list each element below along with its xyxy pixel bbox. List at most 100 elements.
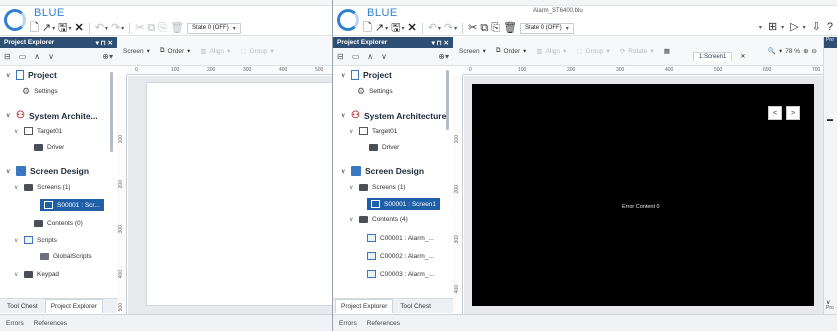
screen-canvas[interactable] xyxy=(146,82,332,306)
tab-errors[interactable]: Errors xyxy=(339,320,357,327)
layout-icon[interactable]: ⊞ xyxy=(768,21,777,33)
tree-item-contents[interactable]: ∨ Contents (4) xyxy=(349,216,408,223)
chevron-down-icon[interactable]: ∨ xyxy=(14,271,20,278)
chevron-down-icon[interactable]: ∨ xyxy=(349,184,355,191)
chevron-down-icon[interactable]: ▾ xyxy=(401,25,404,32)
pin-icon[interactable]: ⊕▾ xyxy=(438,52,449,61)
chevron-down-icon[interactable]: ▾ xyxy=(385,25,388,32)
state-select[interactable]: State 0 (OFF) ▾ xyxy=(187,22,241,34)
redo-icon[interactable]: ↷ xyxy=(111,22,120,34)
chevron-down-icon[interactable]: ▾ xyxy=(781,24,784,31)
tree-item-keypad[interactable]: ∨ Keypad xyxy=(14,271,59,278)
cut-icon[interactable]: ✂ xyxy=(468,22,477,34)
tab-tool-chest[interactable]: Tool Chest xyxy=(395,300,436,313)
tree-scrollbar[interactable] xyxy=(446,70,449,130)
prev-button[interactable]: < xyxy=(768,106,782,120)
folder-icon[interactable]: ▭ xyxy=(352,52,360,61)
zoom-out-icon[interactable]: ⊖ xyxy=(812,47,817,55)
undo-icon[interactable]: ↶ xyxy=(95,22,104,34)
tree-item-settings[interactable]: ⚙ Settings xyxy=(22,86,58,97)
tree-item-system-architecture[interactable]: ∨ ⚇ System Archite... xyxy=(6,110,98,121)
chevron-down-icon[interactable]: ∨ xyxy=(14,128,20,135)
screen-dropdown[interactable]: Screen ▾ xyxy=(123,47,150,56)
new-file-icon[interactable]: 🗋 xyxy=(363,22,372,34)
close-x-icon[interactable]: ✕ xyxy=(74,22,83,34)
side-panel-collapsed[interactable]: Pro ▬ ∨ Pro xyxy=(823,37,837,317)
chevron-down-icon[interactable]: ∨ xyxy=(6,112,12,119)
grid-toggle[interactable]: ▦ xyxy=(664,47,670,55)
canvas-area[interactable]: Error Content 0 < > xyxy=(464,76,823,314)
tree-item-screen-s00001[interactable]: S00001 : Scr... xyxy=(40,199,104,211)
arrow-up-icon[interactable]: ∧ xyxy=(34,52,40,61)
arrow-down-icon[interactable]: ∨ xyxy=(381,52,387,61)
copy-icon[interactable]: ⧉ xyxy=(147,22,155,34)
pin-icon[interactable]: ⊕▾ xyxy=(102,52,113,61)
tab-references[interactable]: References xyxy=(34,320,67,327)
delete-icon[interactable]: 🗑 xyxy=(170,22,184,34)
tree-item-content-c00001[interactable]: C00001 : Alarm_... xyxy=(367,234,434,242)
tree-item-global-scripts[interactable]: GlobalScripts xyxy=(40,253,92,260)
copy-icon[interactable]: ⧉ xyxy=(480,22,488,34)
group-dropdown[interactable]: ⬚ Group ▾ xyxy=(240,47,274,56)
collapse-icon[interactable]: ⊟ xyxy=(4,52,11,61)
chevron-down-icon[interactable]: ▾ xyxy=(759,24,762,31)
tab-project-explorer[interactable]: Project Explorer xyxy=(335,299,394,313)
align-dropdown[interactable]: ▥ Align ▾ xyxy=(536,47,566,56)
tree-item-project[interactable]: ∨ Project xyxy=(341,70,392,80)
chevron-down-icon[interactable]: ∨ xyxy=(341,112,347,119)
paste-icon[interactable]: ⎘ xyxy=(491,22,500,34)
tree-item-content-c00003[interactable]: C00003 : Alarm_... xyxy=(367,270,434,278)
save-icon[interactable]: 🖫 xyxy=(58,22,67,34)
tree-item-settings[interactable]: ⚙ Settings xyxy=(357,86,393,97)
cut-icon[interactable]: ✂ xyxy=(135,22,144,34)
panel-pin-close-icon[interactable]: ▾ ⊓ ✕ xyxy=(96,39,113,47)
chevron-down-icon[interactable]: ∨ xyxy=(6,72,12,79)
tree-item-screen-s00001[interactable]: S00001 : Screen1 xyxy=(367,198,441,210)
tab-project-explorer[interactable]: Project Explorer xyxy=(44,299,103,313)
screen-canvas[interactable]: Error Content 0 < > xyxy=(472,84,814,306)
error-content-text[interactable]: Error Content 0 xyxy=(622,204,660,210)
order-dropdown[interactable]: ⧉ Order ▾ xyxy=(496,47,527,55)
next-button[interactable]: > xyxy=(786,106,800,120)
zoom-control[interactable]: 🔍 ▾ 78 % ⊕ ⊖ xyxy=(768,47,817,56)
tree-item-screens[interactable]: ∨ Screens (1) xyxy=(14,184,71,191)
help-icon[interactable]: ? xyxy=(827,21,833,33)
save-icon[interactable]: 🖫 xyxy=(391,22,400,34)
close-x-icon[interactable]: ✕ xyxy=(407,22,416,34)
screen-dropdown[interactable]: Screen ▾ xyxy=(459,47,486,56)
tree-item-target[interactable]: ∨ Target01 xyxy=(14,127,62,135)
panel-pin-close-icon[interactable]: ▾ ⊓ ✕ xyxy=(432,39,449,47)
tab-screen1[interactable]: 1:Screen1 xyxy=(693,51,733,61)
tree-item-screen-design[interactable]: ∨ Screen Design xyxy=(6,166,89,176)
tree-item-screens[interactable]: ∨ Screens (1) xyxy=(349,184,406,191)
chevron-down-icon[interactable]: ∨ xyxy=(349,128,355,135)
chevron-down-icon[interactable]: ∨ xyxy=(14,237,20,244)
arrow-up-icon[interactable]: ∧ xyxy=(367,52,373,61)
tree-item-target[interactable]: ∨ Target01 xyxy=(349,127,397,135)
tree-item-driver[interactable]: Driver xyxy=(34,144,64,151)
play-icon[interactable]: ▷ xyxy=(790,21,798,33)
zoom-in-icon[interactable]: ⊕ xyxy=(803,47,808,55)
chevron-down-icon[interactable]: ▾ xyxy=(438,25,441,32)
redo-icon[interactable]: ↷ xyxy=(444,22,453,34)
new-file-icon[interactable]: 🗋 xyxy=(30,22,39,34)
tree-item-system-architecture[interactable]: ∨ ⚇ System Architecture xyxy=(341,110,446,121)
tree-item-content-c00002[interactable]: C00002 : Alarm_... xyxy=(367,252,434,260)
chevron-down-icon[interactable]: ∨ xyxy=(341,72,347,79)
collapse-icon[interactable]: ⊟ xyxy=(337,52,344,61)
chevron-down-icon[interactable]: ▾ xyxy=(105,25,108,32)
close-icon[interactable]: ✕ xyxy=(740,53,745,60)
state-select[interactable]: State 0 (OFF) ▾ xyxy=(520,22,574,34)
transfer-icon[interactable]: ⇩ xyxy=(812,21,821,33)
rotate-dropdown[interactable]: ⟳ Rotate ▾ xyxy=(620,47,654,56)
chevron-down-icon[interactable]: ▾ xyxy=(121,25,124,32)
folder-icon[interactable]: ▭ xyxy=(19,52,27,61)
group-dropdown[interactable]: ⬚ Group ▾ xyxy=(576,47,610,56)
chevron-down-icon[interactable]: ▾ xyxy=(68,25,71,32)
tab-errors[interactable]: Errors xyxy=(6,320,24,327)
tree-scrollbar[interactable] xyxy=(110,72,113,152)
tab-references[interactable]: References xyxy=(367,320,400,327)
tree-item-screen-design[interactable]: ∨ Screen Design xyxy=(341,166,424,176)
tree-item-project[interactable]: ∨ Project xyxy=(6,70,57,80)
arrow-down-icon[interactable]: ∨ xyxy=(48,52,54,61)
